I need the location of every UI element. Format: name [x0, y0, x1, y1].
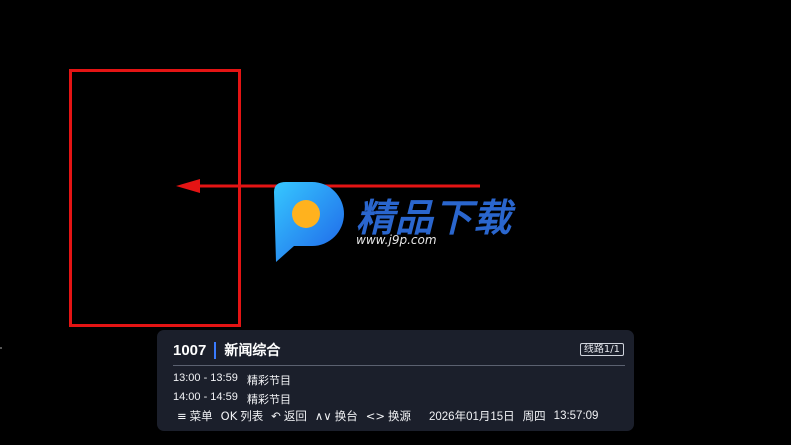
channel-name: 新闻综合	[224, 343, 281, 359]
program-title: 精彩节目	[247, 374, 291, 387]
hint-back[interactable]: ↶ 返回	[271, 408, 307, 424]
line-badge[interactable]: 线路1/1	[579, 343, 624, 356]
watermark-url: www.j9p.com	[356, 233, 437, 247]
ok-key: OK	[220, 409, 238, 423]
hint-list[interactable]: OK 列表	[221, 408, 264, 424]
tv-screen: 精品下载 www.j9p.com 1007 新闻综合 线路1/1 13:00 -…	[0, 0, 791, 445]
annotation-highlight-box	[69, 69, 241, 327]
hint-switch-source-label: 换源	[388, 409, 411, 423]
left-right-icon: <>	[365, 409, 385, 423]
hint-switch-channel[interactable]: ∧∨ 换台	[315, 408, 358, 424]
channel-info-panel: 1007 新闻综合 线路1/1 13:00 - 13:59 精彩节目 14:00…	[157, 330, 634, 431]
panel-divider	[173, 365, 625, 366]
hint-menu-label: 菜单	[189, 409, 213, 423]
current-weekday: 周四	[522, 409, 546, 423]
current-date: 2026年01月15日	[429, 411, 515, 423]
channel-separator	[214, 341, 217, 359]
program-title: 精彩节目	[247, 393, 291, 406]
program-row-current: 13:00 - 13:59 精彩节目	[173, 372, 291, 388]
channel-header: 1007 新闻综合	[173, 340, 280, 360]
menu-icon: ≡	[177, 409, 187, 423]
program-row-next: 14:00 - 14:59 精彩节目	[173, 391, 291, 407]
up-down-icon: ∧∨	[314, 409, 332, 423]
back-icon: ↶	[271, 409, 281, 423]
program-time: 13:00 - 13:59	[173, 372, 238, 384]
program-time: 14:00 - 14:59	[173, 391, 238, 403]
hint-back-label: 返回	[283, 409, 307, 423]
hint-list-label: 列表	[240, 409, 264, 423]
hint-menu[interactable]: ≡ 菜单	[177, 408, 213, 424]
hint-switch-source[interactable]: <> 换源	[366, 408, 411, 424]
current-time: 13:57:09	[553, 410, 599, 422]
hint-bar: ≡ 菜单 OK 列表 ↶ 返回 ∧∨ 换台 <> 换源 2026年01月15日 周四 13…	[177, 408, 598, 424]
channel-number: 1007	[173, 341, 207, 359]
hint-switch-channel-label: 换台	[334, 409, 358, 423]
stray-pixel	[0, 347, 2, 349]
